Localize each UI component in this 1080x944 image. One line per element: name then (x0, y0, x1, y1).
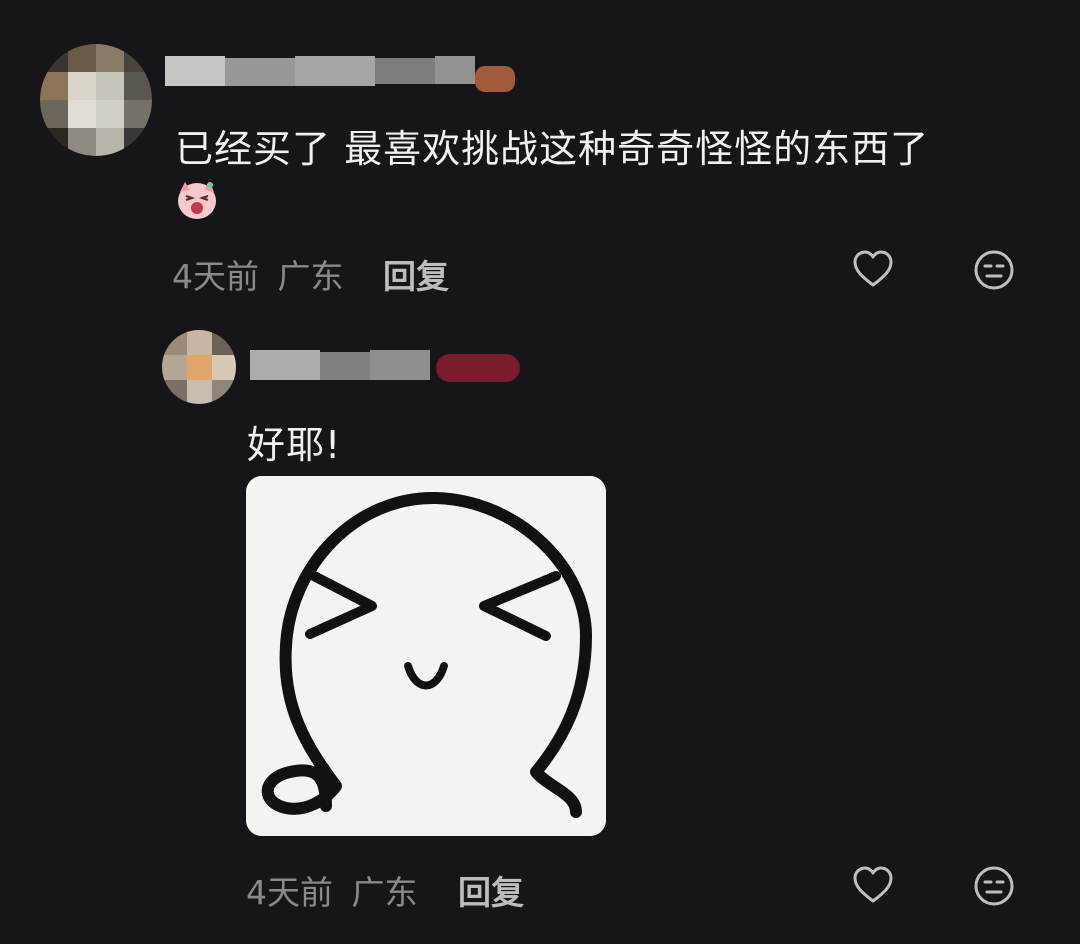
reply-comment-item: 好耶! 4天前 广东 回复 (0, 310, 1080, 944)
comment-time: 4天前 (246, 873, 333, 912)
comment-meta: 4天前 广东 (172, 250, 344, 298)
avatar[interactable] (40, 44, 152, 156)
username[interactable] (165, 52, 525, 96)
neutral-face-icon[interactable] (972, 864, 1016, 908)
comment-location: 广东 (351, 873, 418, 912)
comment-text: 好耶! (247, 423, 342, 467)
username[interactable] (250, 346, 530, 390)
laughing-pink-sticker-emoji (178, 182, 216, 219)
comment-time: 4天前 (172, 257, 259, 296)
comment-text: 已经买了 最喜欢挑战这种奇奇怪怪的东西了 (175, 127, 930, 171)
reply-button[interactable]: 回复 (458, 866, 524, 914)
reply-button[interactable]: 回复 (383, 250, 449, 298)
neutral-face-icon[interactable] (972, 248, 1016, 292)
comment-item: 已经买了 最喜欢挑战这种奇奇怪怪的东西了 4天前 广东 回复 (0, 0, 1080, 310)
heart-outline-icon[interactable] (851, 248, 895, 292)
comment-location: 广东 (277, 257, 344, 296)
squinting-white-blob-sticker[interactable] (246, 476, 606, 836)
avatar[interactable] (162, 330, 236, 404)
comment-meta: 4天前 广东 (246, 866, 418, 914)
heart-outline-icon[interactable] (851, 864, 895, 908)
